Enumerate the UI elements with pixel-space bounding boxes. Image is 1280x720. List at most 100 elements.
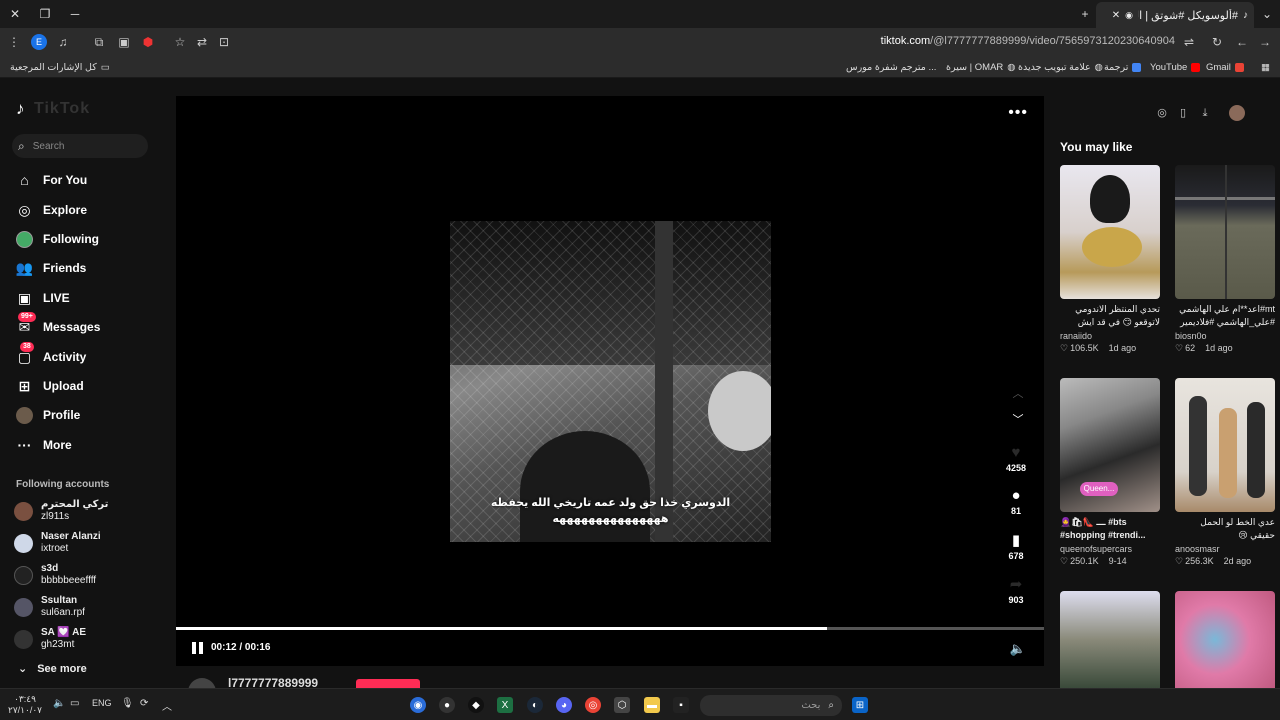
bookmark-gmail[interactable]: Gmail (1206, 60, 1244, 74)
app-edge-icon[interactable]: ◉ (410, 697, 426, 713)
extension-blue-icon[interactable]: ▣ (116, 34, 132, 50)
install-app-icon[interactable]: ⊡ (216, 34, 232, 50)
account-item[interactable]: تركي المحترم zl911s (14, 497, 164, 525)
logo-text: TikTok (34, 100, 91, 117)
nav-explore[interactable]: ◎ Explore (16, 198, 166, 222)
nav-more[interactable]: ··· More (16, 433, 166, 457)
account-item[interactable]: SA 💟 AE gh23mt (14, 625, 164, 653)
chevron-down-icon: ⌄ (18, 663, 28, 675)
recommend-card[interactable] (1175, 591, 1275, 688)
previous-video-icon[interactable]: ︿ (1012, 388, 1024, 400)
bookmark-omar[interactable]: سيرة | OMAR ◍ (946, 60, 1016, 74)
microphone-icon[interactable]: 🎙 (121, 698, 134, 709)
share-icon: ➦ (1009, 576, 1023, 593)
save-button[interactable]: ▮ 678 (994, 531, 1038, 561)
close-window-icon[interactable]: ✕ (4, 3, 26, 25)
nav-for-you[interactable]: ⌂ For You (16, 168, 166, 192)
reload-icon[interactable]: ↻ (1209, 34, 1225, 50)
translate-icon[interactable]: ⇄ (194, 34, 210, 50)
bookmark-morse[interactable]: مترجم شفرة مورس ... (846, 60, 936, 74)
nav-following[interactable]: Following (16, 227, 166, 251)
site-settings-icon[interactable]: ⇌ (1181, 34, 1197, 50)
apps-grid-icon[interactable]: ▦ (1261, 60, 1270, 74)
app-discord-icon[interactable]: ◕ (556, 697, 572, 713)
browser-tab[interactable]: ✕ ◉ #ألوسويكل #شوتق | الدوسر ♪ (1096, 2, 1254, 28)
language-indicator[interactable]: ENG (92, 698, 112, 708)
minimize-window-icon[interactable]: ─ (64, 3, 86, 25)
tab-close-icon[interactable]: ✕ (1112, 10, 1120, 21)
device-icon[interactable]: ▯ (1176, 106, 1190, 120)
speaker-icon[interactable]: 🔈 (53, 698, 65, 709)
following-avatar-icon (16, 230, 33, 248)
recommend-card[interactable] (1060, 591, 1160, 688)
windows-start-icon[interactable]: ⊞ (852, 697, 868, 713)
app-excel-icon[interactable]: X (497, 697, 513, 713)
new-tab-icon[interactable]: + (1074, 3, 1096, 25)
recommend-card[interactable]: عدي الخط لو الحمل حقيقي 😢 anoosmasr ♡ 256… (1175, 378, 1275, 567)
tab-search-chevron-icon[interactable]: ⌄ (1256, 3, 1278, 25)
tiktok-logo[interactable]: ♪ TikTok (16, 100, 90, 118)
nav-label: LIVE (43, 291, 70, 305)
pause-icon[interactable] (192, 642, 204, 654)
account-item[interactable]: Ssultan sul6an.rpf (14, 593, 164, 621)
bookmark-label: Gmail (1206, 61, 1231, 73)
restore-window-icon[interactable]: ❐ (34, 3, 56, 25)
comment-button[interactable]: ● 81 (994, 486, 1038, 516)
coins-icon[interactable]: ◎ (1155, 106, 1169, 120)
app-terminal-icon[interactable]: ▪ (673, 697, 689, 713)
search-input[interactable]: ⌕ Search (12, 134, 148, 158)
download-icon[interactable]: ⤓ (1198, 106, 1212, 120)
share-button[interactable]: ➦ 903 (994, 575, 1038, 605)
app-cube-icon[interactable]: ⬡ (614, 697, 630, 713)
tray-chevron-icon[interactable]: ︿ (162, 698, 172, 713)
card-author: ranaiido (1060, 331, 1093, 341)
playback-time: 00:12 / 00:16 (211, 642, 271, 653)
network-icon[interactable]: ▭ (70, 698, 79, 709)
forward-arrow-icon[interactable]: → (1257, 34, 1273, 50)
video-player[interactable]: ••• الدوسري خذا حق ولد عمه تاريخي الله ي… (176, 96, 1044, 666)
bookmark-all[interactable]: كل الإشارات المرجعية ▭ (10, 60, 110, 74)
account-item[interactable]: s3d bbbbbeeeffff (14, 561, 164, 589)
nav-upload[interactable]: ⊞ Upload (16, 374, 166, 398)
bookmark-translate[interactable]: ترجمة (1104, 60, 1142, 74)
app-chrome-icon[interactable]: ◎ (585, 697, 601, 713)
recommend-card[interactable]: mt#اعد**ام علي الهاشمي #علي_الهاشمي #فلا… (1175, 165, 1275, 354)
sync-icon[interactable]: ⟳ (140, 698, 148, 709)
video-frame[interactable]: الدوسري خذا حق ولد عمه تاريخي الله يحفظه… (450, 221, 771, 542)
profile-icon[interactable]: E (31, 34, 47, 50)
app-steam-icon[interactable]: ◐ (527, 697, 543, 713)
like-button[interactable]: ♥ 4258 (994, 443, 1038, 473)
bookmark-youtube[interactable]: YouTube (1150, 60, 1201, 74)
nav-label: Following (43, 232, 99, 246)
recommend-card[interactable]: تحدي المنتظر الاندومي لاتوقعو 😏 في قد اي… (1060, 165, 1160, 354)
nav-live[interactable]: ▣ LIVE (16, 286, 166, 310)
next-video-icon[interactable]: ﹀ (1012, 414, 1024, 426)
card-thumbnail (1175, 378, 1275, 512)
app-folder-icon[interactable]: ▬ (644, 697, 660, 713)
app-unity-icon[interactable]: ◆ (468, 697, 484, 713)
more-options-icon[interactable]: ••• (1008, 104, 1028, 122)
nav-profile[interactable]: Profile (16, 403, 166, 427)
avatar (14, 565, 33, 585)
nav-friends[interactable]: 👥 Friends (16, 256, 166, 280)
nav-activity[interactable]: ▢ 38 Activity (16, 341, 166, 369)
extensions-icon[interactable]: ⧉ (91, 34, 107, 50)
menu-kebab-icon[interactable]: ⋮ (6, 34, 22, 50)
media-control-icon[interactable]: ♫ (55, 34, 71, 50)
nav-messages[interactable]: ✉ 99+ Messages (16, 311, 166, 339)
extension-red-icon[interactable]: ⬢ (140, 34, 156, 50)
volume-icon[interactable]: 🔈 (1010, 641, 1026, 657)
recommend-card[interactable]: Queen... 🧕🛍👠 ـــ #bts #shopping #trendi.… (1060, 378, 1160, 567)
progress-bar[interactable] (176, 627, 1044, 630)
app-obs-icon[interactable]: ● (439, 697, 455, 713)
account-item[interactable]: Naser Alanzi ixtroet (14, 529, 164, 557)
taskbar-search-input[interactable]: بحث ⌕ (700, 695, 842, 716)
bookmark-star-icon[interactable]: ☆ (172, 34, 188, 50)
back-arrow-icon[interactable]: ← (1234, 34, 1250, 50)
address-bar[interactable]: tiktok.com/@l7777777889999/video/7565973… (800, 35, 1175, 49)
account-name: SA 💟 AE (41, 627, 87, 638)
see-more-button[interactable]: ⌄ See more (18, 662, 87, 676)
user-avatar[interactable] (1229, 105, 1245, 121)
system-clock[interactable]: ٠٣:٤٩ ٢٧/١٠/٠٧ (8, 694, 42, 716)
bookmark-new-tab[interactable]: علامة تبويب جديدة ◍ (1018, 60, 1103, 74)
